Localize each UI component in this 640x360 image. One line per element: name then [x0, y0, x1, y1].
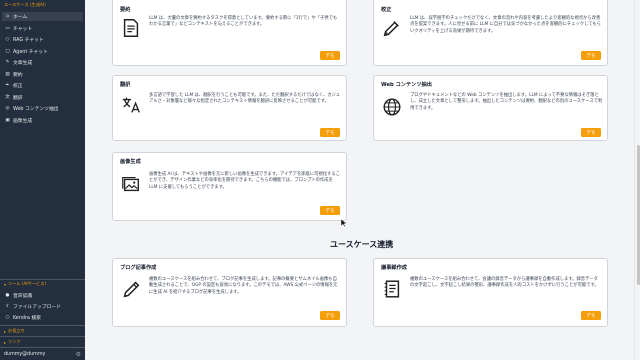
mouse-cursor-icon — [341, 219, 347, 227]
sidebar-item-agent-chat[interactable]: □ Agent チャット — [2, 47, 83, 56]
sidebar-item-label: 翻訳 — [13, 95, 23, 101]
sidebar-item-text-generation[interactable]: ✎ 文章生成 — [2, 58, 83, 67]
sidebar-header: ユースケース (生成AI) — [4, 2, 46, 7]
image-icon: ▣ — [5, 117, 10, 123]
sidebar-item-label: 校正 — [13, 84, 23, 89]
translate-icon: 文 — [5, 95, 10, 100]
card-title: 要約 — [120, 7, 131, 13]
card-title: 画像生成 — [120, 159, 141, 165]
chevron-down-icon: ▾ — [4, 281, 7, 287]
sidebar-item-image-generation[interactable]: ▣ 画像生成 — [2, 116, 83, 125]
sidebar-item-summary[interactable]: ▤ 要約 — [2, 70, 83, 79]
main-scrollbar[interactable] — [634, 0, 640, 360]
card-title: 翻訳 — [120, 82, 131, 88]
card-description: LLM は、大量の文章を要約するタスクを得意としています。要約する際に「1行で」… — [149, 16, 338, 28]
user-email: dummy@dummy — [4, 351, 46, 357]
sidebar-item-label: ファイルアップロード — [13, 305, 61, 310]
card-description: LLM は、誤字脱字のチェックだけでなく、文章の流れや内容を考慮したより客観的な… — [410, 16, 601, 34]
microphone-icon: ● — [5, 293, 10, 298]
sidebar-divider — [0, 336, 85, 337]
demo-button-web-extract[interactable]: デモ — [581, 128, 601, 137]
pen-nib-icon: ✒ — [5, 83, 10, 88]
sidebar-section-links[interactable]: ▸ リンク — [4, 339, 21, 345]
gear-icon[interactable]: ⚙ — [76, 351, 81, 358]
demo-button-image-generation[interactable]: デモ — [320, 206, 340, 215]
pen-nib-icon — [383, 21, 399, 37]
sidebar-item-label: 要約 — [13, 72, 23, 78]
demo-button-summary[interactable]: デモ — [320, 51, 340, 60]
notepad-icon — [384, 280, 400, 298]
card-title: Web コンテンツ抽出 — [381, 82, 432, 88]
sidebar-divider — [0, 325, 85, 326]
pencil-icon — [123, 281, 140, 298]
card-summary: 要約 LLM は、大量の文章を要約するタスクを得意としています。要約する際に「1… — [112, 0, 347, 66]
pen-icon: ✎ — [5, 60, 10, 65]
sidebar-item-label: RAG チャット — [13, 38, 44, 43]
sidebar-item-label: Agent チャット — [13, 49, 48, 55]
sidebar-item-proofread[interactable]: ✒ 校正 — [2, 81, 83, 90]
search-icon: ○ — [5, 37, 10, 42]
chevron-right-icon: ▸ — [4, 328, 7, 334]
home-icon: ⌂ — [6, 14, 9, 19]
sidebar-item-file-upload[interactable]: ⇧ ファイルアップロード — [2, 302, 83, 311]
globe-icon: ◎ — [5, 106, 10, 111]
card-translate: 翻訳 多言語で学習した LLM は、翻訳を行うことも可能です。また、ただ翻訳する… — [112, 75, 347, 141]
scrollbar-thumb[interactable] — [636, 145, 640, 285]
sidebar-item-kendra-search[interactable]: ○ Kendra 検索 — [2, 313, 83, 322]
chevron-right-icon: ▸ — [4, 339, 7, 345]
sidebar: ユースケース (生成AI) ⌂ ホーム ▭ チャット ○ RAG チャット □ … — [0, 0, 85, 360]
card-title: 議事録作成 — [381, 265, 407, 271]
sidebar-divider — [0, 279, 85, 280]
sidebar-item-web-extract[interactable]: ◎ Web コンテンツ抽出 — [2, 104, 83, 113]
globe-icon — [383, 98, 401, 116]
card-meeting-minutes: 議事録作成 複数のユースケースを組み合わせて、会議の録音データから議事録を自動作… — [373, 258, 608, 327]
chat-icon: ▭ — [5, 25, 10, 31]
sidebar-item-label: Web コンテンツ抽出 — [13, 107, 59, 112]
sidebar-item-translate[interactable]: 文 翻訳 — [2, 93, 83, 102]
sidebar-item-label: チャット — [13, 26, 33, 32]
sidebar-item-label: ホーム — [13, 15, 28, 20]
sidebar-item-label: 文章生成 — [13, 61, 33, 66]
sidebar-item-rag-chat[interactable]: ○ RAG チャット — [2, 35, 83, 44]
card-web-extract: Web コンテンツ抽出 ブログやドキュメントなどの Web コンテンツを抽出しま… — [373, 75, 608, 141]
demo-button-proofread[interactable]: デモ — [581, 51, 601, 60]
document-icon — [123, 19, 139, 37]
section-title: ユースケース連携 — [330, 240, 394, 249]
sidebar-item-label: 音声認識 — [13, 294, 33, 299]
sidebar-section-useful[interactable]: ▸ お役立ち — [4, 328, 25, 334]
demo-button-translate[interactable]: デモ — [320, 128, 340, 137]
card-title: ブログ記事作成 — [120, 265, 157, 271]
sidebar-item-label: 画像生成 — [13, 118, 33, 124]
demo-button-blog-article[interactable]: デモ — [320, 311, 340, 320]
card-proofread: 校正 LLM は、誤字脱字のチェックだけでなく、文章の流れや内容を考慮したより客… — [373, 0, 608, 66]
sidebar-item-home[interactable]: ⌂ ホーム — [2, 12, 83, 21]
sidebar-footer: dummy@dummy ⚙ — [0, 347, 85, 360]
card-description: 複数のユースケースを組み合わせて、ブログ記事を生成します。記事の概要とサムネイル… — [149, 277, 338, 295]
upload-icon: ⇧ — [5, 304, 10, 309]
card-description: 多言語で学習した LLM は、翻訳を行うことも可能です。また、ただ翻訳するだけで… — [149, 93, 340, 105]
card-image-generation: 画像生成 画像生成 AI は、テキストや画像を元に新しい画像を生成できます。アイ… — [112, 152, 347, 221]
search-icon: ○ — [5, 315, 10, 320]
document-icon: ▤ — [5, 71, 10, 77]
card-blog-article: ブログ記事作成 複数のユースケースを組み合わせて、ブログ記事を生成します。記事の… — [112, 258, 347, 327]
sidebar-item-speech-recognition[interactable]: ● 音声認識 — [2, 291, 83, 300]
card-description: 複数のユースケースを組み合わせて、会議の録音データから議事録を自動作成します。録… — [410, 277, 599, 289]
sidebar-section-tools[interactable]: ▾ ツール (AIサービス) — [4, 281, 46, 287]
sidebar-item-label: Kendra 検索 — [13, 316, 41, 321]
robot-icon: □ — [5, 48, 10, 54]
card-description: 画像生成 AI は、テキストや画像を元に新しい画像を生成できます。アイデアを即座… — [149, 172, 340, 190]
translate-icon — [122, 97, 140, 113]
card-description: ブログやドキュメントなどの Web コンテンツを抽出します。LLM によって不要… — [410, 93, 603, 111]
image-icon — [122, 176, 140, 192]
sidebar-item-chat[interactable]: ▭ チャット — [2, 24, 83, 33]
demo-button-meeting-minutes[interactable]: デモ — [581, 311, 601, 320]
card-title: 校正 — [381, 7, 392, 13]
